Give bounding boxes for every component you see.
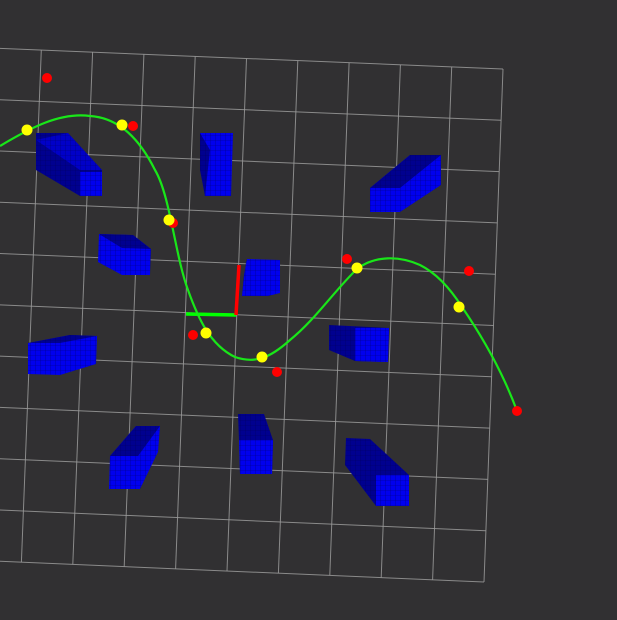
obstacle-box xyxy=(36,133,102,196)
obstacle-box xyxy=(242,259,280,296)
obstacle-box xyxy=(238,414,273,474)
target-marker[interactable] xyxy=(272,367,282,377)
waypoint-marker[interactable] xyxy=(200,327,212,339)
obstacle-box xyxy=(28,335,97,375)
obstacle-box xyxy=(370,155,441,212)
target-marker[interactable] xyxy=(128,121,138,131)
waypoint-marker[interactable] xyxy=(453,301,465,313)
grid-line xyxy=(0,47,504,70)
obstacle-box xyxy=(109,426,160,489)
target-marker[interactable] xyxy=(512,406,522,416)
waypoint-marker[interactable] xyxy=(21,124,33,136)
axis-y xyxy=(234,264,241,316)
obstacle-box xyxy=(200,133,233,196)
waypoint-marker[interactable] xyxy=(256,351,268,363)
waypoint-marker[interactable] xyxy=(351,262,363,274)
grid-line xyxy=(0,304,494,326)
axis-x xyxy=(185,312,237,317)
grid-line xyxy=(0,509,486,532)
target-marker[interactable] xyxy=(188,330,198,340)
grid-line xyxy=(0,201,498,224)
target-marker[interactable] xyxy=(342,254,352,264)
3d-viewport[interactable] xyxy=(0,0,617,620)
waypoint-marker[interactable] xyxy=(116,119,128,131)
grid-line xyxy=(0,99,502,121)
target-marker[interactable] xyxy=(464,266,474,276)
waypoint-marker[interactable] xyxy=(163,214,175,226)
target-marker[interactable] xyxy=(42,73,52,83)
ground-grid xyxy=(0,47,504,583)
scene-canvas[interactable] xyxy=(0,0,617,620)
obstacle-box xyxy=(98,234,151,275)
obstacles xyxy=(28,133,441,506)
obstacle-box xyxy=(345,438,409,506)
